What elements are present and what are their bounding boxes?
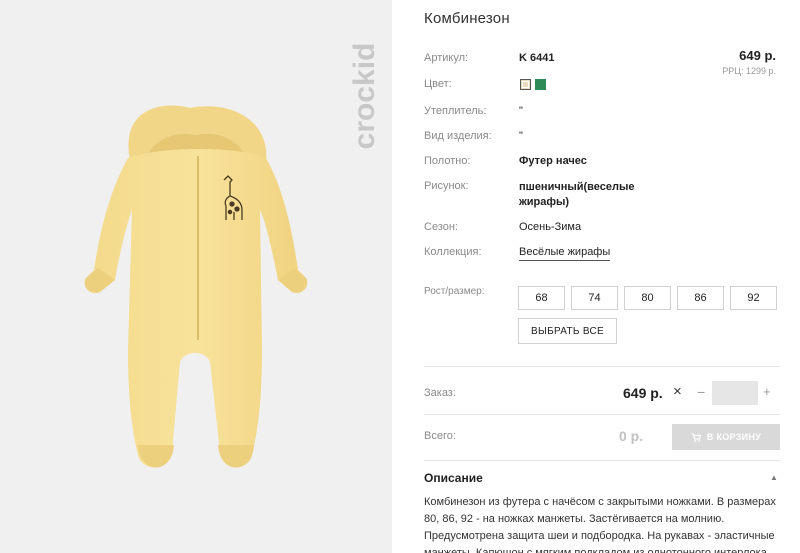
brand-logo: crockid (348, 22, 381, 162)
decrement-button[interactable]: − (697, 384, 705, 400)
spec-label-color: Цвет: (424, 78, 452, 90)
total-label: Всего: (424, 430, 456, 442)
quantity-input[interactable] (712, 381, 758, 405)
add-to-cart-button[interactable]: В КОРЗИНУ (672, 424, 780, 450)
jumpsuit-image (84, 105, 308, 468)
spec-label-insulation: Утеплитель: (424, 105, 487, 117)
divider (424, 366, 780, 367)
add-to-cart-label: В КОРЗИНУ (706, 432, 762, 442)
size-option-80[interactable]: 80 (624, 286, 671, 310)
spec-label-fabric: Полотно: (424, 155, 471, 167)
select-all-sizes-button[interactable]: ВЫБРАТЬ ВСЕ (518, 318, 617, 344)
spec-value-fabric: Футер начес (519, 155, 587, 167)
product-title: Комбинезон (424, 10, 510, 27)
spec-value-insulation: " (519, 105, 523, 117)
spec-value-print: пшеничный(веселые жирафы) (519, 181, 635, 208)
size-option-74[interactable]: 74 (571, 286, 618, 310)
color-swatch-beige[interactable] (520, 79, 531, 90)
recommended-price: РРЦ: 1299 р. (722, 66, 776, 76)
cart-icon (691, 432, 701, 442)
chevron-up-icon[interactable]: ▲ (770, 473, 778, 482)
description-title: Описание (424, 471, 483, 485)
spec-label-season: Сезон: (424, 221, 458, 233)
increment-button[interactable]: + (763, 384, 771, 399)
divider (424, 414, 780, 415)
size-option-86[interactable]: 86 (677, 286, 724, 310)
spec-label-type: Вид изделия: (424, 130, 492, 142)
spec-label-article: Артикул: (424, 52, 469, 64)
total-value: 0 р. (619, 428, 644, 444)
order-price: 649 р. (623, 385, 663, 401)
brand-wordmark: crockid (348, 42, 381, 150)
divider (424, 460, 780, 461)
spec-label-print: Рисунок: (424, 180, 469, 192)
size-option-92[interactable]: 92 (730, 286, 777, 310)
collection-link-text[interactable]: Весёлые жирафы (519, 246, 611, 261)
size-label: Рост/размер: (424, 286, 485, 297)
product-photo[interactable]: crockid (0, 0, 392, 553)
size-option-68[interactable]: 68 (518, 286, 565, 310)
product-price: 649 р. (739, 48, 776, 63)
spec-value-type: " (519, 130, 523, 142)
color-swatch-green[interactable] (535, 79, 546, 90)
spec-value-season: Осень-Зима (519, 221, 582, 233)
collection-link[interactable]: Весёлые жирафы (519, 246, 611, 261)
spec-label-collection: Коллекция: (424, 246, 482, 258)
clear-icon[interactable]: × (673, 383, 682, 400)
order-label: Заказ: (424, 387, 456, 399)
spec-value-article: K 6441 (519, 52, 555, 64)
description-text: Комбинезон из футера с начёсом с закрыты… (424, 496, 776, 553)
